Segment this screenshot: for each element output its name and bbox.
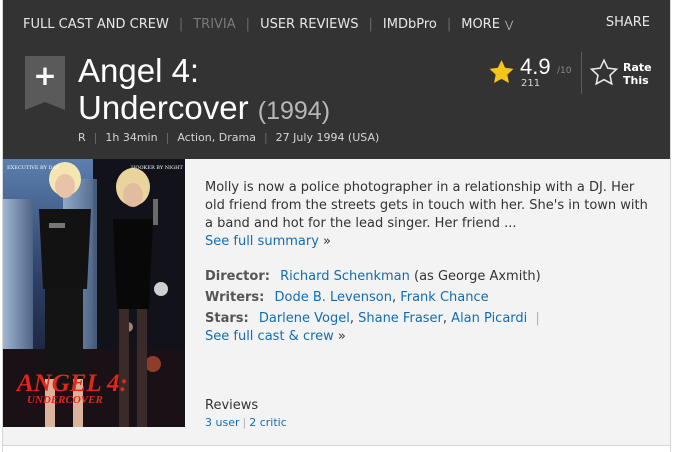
rating-block: 4.9 /10 211 (487, 54, 577, 94)
title-header: FULL CAST AND CREW | TRIVIA | USER REVIE… (3, 0, 670, 159)
poster-image[interactable]: EXECUTIVE BY DAY HOOKER BY NIGHT ANGEL 4… (3, 159, 185, 427)
rating-divider (581, 52, 582, 94)
credits-separator: | (535, 311, 540, 326)
poster-title-line-2: UNDERCOVER (27, 394, 103, 406)
director-link[interactable]: Richard Schenkman (280, 269, 410, 284)
rate-label-line-2: This (623, 74, 649, 87)
title-subtext: R | 1h 34min | Action, Drama | 27 July 1994 (U… (78, 131, 379, 144)
poster-title-line-1: ANGEL 4: (15, 370, 128, 397)
subtext-separator: | (93, 131, 98, 144)
rating-value: 4.9 (520, 54, 551, 79)
nav-imdbpro[interactable]: IMDbPro (383, 17, 437, 32)
reviews-separator: | (242, 416, 247, 429)
writer-link[interactable]: Frank Chance (400, 290, 488, 305)
nav-more[interactable]: MORE ⋁ (461, 17, 513, 32)
rating-count[interactable]: 211 (521, 78, 540, 89)
critic-reviews-link[interactable]: 2 critic (249, 416, 287, 429)
see-full-cast-link[interactable]: See full cast & crew (205, 329, 334, 344)
page-title: Angel 4: Undercover (1994) (78, 52, 378, 130)
nav-full-cast-and-crew[interactable]: FULL CAST AND CREW (23, 17, 169, 32)
writers-row: Writers: Dode B. Levenson, Frank Chance (205, 290, 489, 305)
nav-user-reviews[interactable]: USER REVIEWS (260, 17, 358, 32)
nav-separator: | (245, 16, 251, 32)
cast-link-row: See full cast & crew » (205, 329, 650, 344)
certificate: R (78, 131, 86, 144)
rate-label-line-1: Rate (623, 61, 652, 74)
summary-arrow: » (323, 234, 332, 249)
director-row: Director: Richard Schenkman (as George A… (205, 266, 650, 287)
see-full-summary-link[interactable]: See full summary (205, 234, 319, 249)
subtext-separator: | (263, 131, 268, 144)
title-line-2: Undercover (78, 89, 249, 126)
credit-summary: Director: Richard Schenkman (as George A… (205, 266, 650, 344)
star-link[interactable]: Darlene Vogel (259, 311, 350, 326)
title-nav: FULL CAST AND CREW | TRIVIA | USER REVIE… (23, 15, 513, 33)
reviews-heading: Reviews (205, 398, 259, 413)
stars-label: Stars: (205, 311, 249, 326)
watchlist-button[interactable]: + (25, 56, 65, 110)
share-button[interactable]: SHARE (606, 15, 650, 30)
rating-out-of: /10 (557, 66, 572, 76)
summary-text: Molly is now a police photographer in a … (205, 180, 648, 231)
user-reviews-link[interactable]: 3 user (205, 416, 240, 429)
subtext-separator: | (165, 131, 170, 144)
writers-label: Writers: (205, 290, 265, 305)
nav-trivia[interactable]: TRIVIA (193, 17, 235, 32)
title-year[interactable]: (1994) (258, 97, 330, 125)
director-note: (as George Axmith) (414, 269, 541, 284)
nav-separator: | (178, 16, 184, 32)
release-date[interactable]: 27 July 1994 (USA) (276, 131, 380, 144)
star-link[interactable]: Shane Fraser (358, 311, 443, 326)
poster-artwork: EXECUTIVE BY DAY HOOKER BY NIGHT ANGEL 4… (3, 159, 185, 427)
plot-summary: Molly is now a police photographer in a … (205, 179, 650, 251)
panel-bottom-border (3, 445, 670, 446)
star-link[interactable]: Alan Picardi (451, 311, 527, 326)
runtime: 1h 34min (105, 131, 158, 144)
nav-more-label: MORE (461, 16, 500, 32)
nav-separator: | (368, 16, 373, 32)
title-overview-panel: FULL CAST AND CREW | TRIVIA | USER REVIE… (2, 0, 671, 452)
star-outline-icon (589, 58, 619, 86)
director-label: Director: (205, 269, 270, 284)
chevron-down-icon: ⋁ (504, 19, 514, 31)
genres[interactable]: Action, Drama (177, 131, 256, 144)
rate-this-button[interactable]: Rate This (589, 58, 661, 90)
reviews-links: 3 user | 2 critic (205, 416, 287, 429)
poster-tagline-right: HOOKER BY NIGHT (131, 165, 183, 171)
stars-row: Stars: Darlene Vogel, Shane Fraser, Alan… (205, 311, 540, 326)
title-line-1: Angel 4: (78, 52, 200, 89)
plus-icon: + (33, 59, 57, 92)
nav-separator: | (446, 16, 452, 32)
writer-link[interactable]: Dode B. Levenson (275, 290, 392, 305)
poster-tagline-left: EXECUTIVE BY DAY (7, 165, 60, 171)
star-icon (489, 60, 514, 83)
plot-summary-wrapper: EXECUTIVE BY DAY HOOKER BY NIGHT ANGEL 4… (3, 159, 670, 445)
cast-arrow: » (337, 329, 346, 344)
